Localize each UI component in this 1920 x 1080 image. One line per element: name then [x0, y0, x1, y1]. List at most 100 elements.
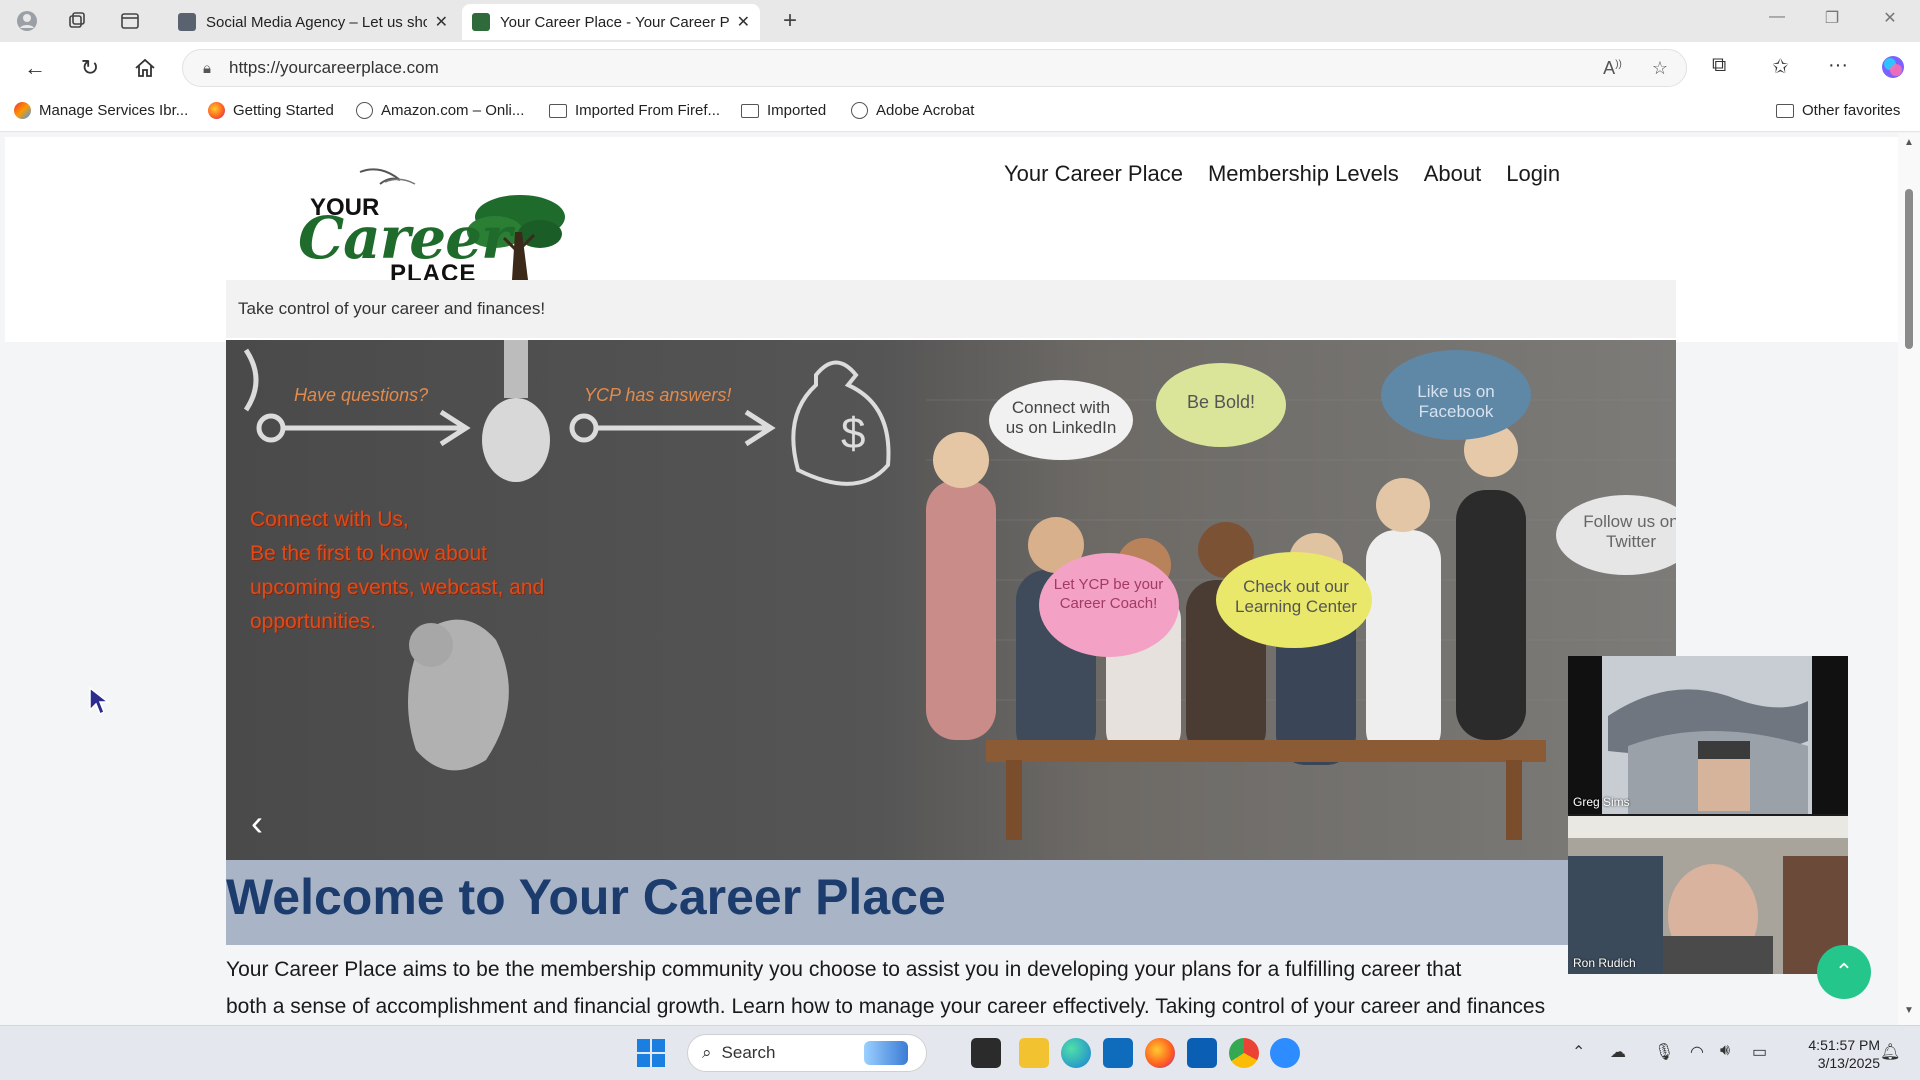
read-aloud-icon[interactable]: A)) [1603, 58, 1622, 79]
scroll-thumb[interactable] [1905, 189, 1913, 349]
address-bar[interactable]: 🔒︎ https://yourcareerplace.com A)) ☆ [182, 49, 1687, 87]
more-menu-icon[interactable]: ··· [1828, 54, 1848, 77]
tab-social-media-agency[interactable]: Social Media Agency – Let us sho ✕ [168, 4, 458, 40]
bookmark-label: Getting Started [233, 102, 334, 119]
edge-icon[interactable] [1061, 1038, 1091, 1068]
close-tab-icon[interactable]: ✕ [435, 12, 448, 32]
tab-actions-icon[interactable] [115, 8, 145, 34]
new-tab-icon[interactable]: + [775, 7, 805, 34]
windows-start-icon[interactable] [636, 1038, 666, 1068]
bubble-linkedin: Connect with us on LinkedIn [1005, 398, 1117, 437]
refresh-icon[interactable]: ↻ [75, 54, 105, 82]
close-tab-icon[interactable]: ✕ [737, 12, 750, 32]
svg-text:$: $ [841, 409, 865, 458]
participant-name: Greg Sims [1573, 795, 1630, 809]
page-scrollbar[interactable]: ▲ ▼ [1898, 133, 1920, 1025]
tab-favicon-icon [178, 13, 196, 31]
microphone-icon[interactable]: 🎙︎ [1654, 1042, 1674, 1062]
bookmark-adobe-acrobat[interactable]: Adobe Acrobat [851, 102, 974, 119]
favorite-star-icon[interactable]: ☆ [1652, 58, 1668, 79]
hero-arrow-left-text: Have questions? [294, 385, 429, 405]
welcome-banner: Welcome to Your Career Place [226, 860, 1676, 945]
bookmark-label: Amazon.com – Onli... [381, 102, 525, 119]
participant-tile[interactable]: Ron Rudich [1568, 816, 1848, 974]
intro-paragraph: Your Career Place aims to be the members… [226, 951, 1676, 1025]
site-nav: Your Career Place Membership Levels Abou… [1004, 161, 1560, 187]
search-placeholder: Search [721, 1043, 776, 1062]
hero-connect-line: Be the first to know about [250, 542, 487, 565]
window-close-icon[interactable]: ✕ [1870, 8, 1910, 28]
video-call-panel[interactable]: Greg Sims Ron Rudich [1568, 656, 1848, 974]
bookmark-manage-services[interactable]: Manage Services Ibr... [14, 102, 188, 119]
copilot-icon[interactable] [1880, 54, 1906, 86]
profile-icon[interactable] [12, 8, 42, 34]
tab-favicon-icon [472, 13, 490, 31]
taskbar-search[interactable]: ⌕ Search [687, 1034, 927, 1072]
brand-icon [14, 102, 31, 119]
hero-arrow-right-text: YCP has answers! [584, 385, 732, 405]
tab-your-career-place[interactable]: Your Career Place - Your Career P ✕ [462, 4, 760, 40]
url-text: https://yourcareerplace.com [228, 58, 439, 77]
tab-title: Social Media Agency – Let us sho [206, 13, 427, 31]
lock-icon[interactable]: 🔒︎ [203, 60, 211, 77]
tray-overflow-icon[interactable]: ⌃ [1572, 1042, 1585, 1062]
clock-time: 4:51:57 PM [1808, 1037, 1880, 1053]
search-icon: ⌕ [702, 1043, 712, 1062]
minimize-icon[interactable]: — [1757, 8, 1797, 26]
scroll-down-icon[interactable]: ▼ [1904, 1005, 1914, 1016]
notifications-icon[interactable]: 🔔︎ [1880, 1042, 1900, 1062]
zoom-icon[interactable] [1270, 1038, 1300, 1068]
nav-your-career-place[interactable]: Your Career Place [1004, 161, 1183, 187]
bookmark-label: Imported From Firef... [575, 102, 721, 119]
bubble-career-coach: Let YCP be your Career Coach! [1053, 576, 1164, 612]
tab-title: Your Career Place - Your Career P [500, 13, 729, 31]
back-icon[interactable]: ← [20, 54, 50, 82]
tagline: Take control of your career and finances… [238, 299, 546, 318]
file-explorer-icon[interactable] [1019, 1038, 1049, 1068]
taskbar-clock[interactable]: 4:51:57 PM 3/13/2025 [1808, 1036, 1880, 1072]
workspaces-icon[interactable] [62, 8, 92, 34]
bookmark-label: Imported [767, 102, 827, 119]
volume-icon[interactable]: 🔊︎ [1720, 1042, 1730, 1060]
favorites-icon[interactable]: ✩ [1772, 54, 1789, 79]
firefox-icon[interactable] [1145, 1038, 1175, 1068]
chrome-icon[interactable] [1229, 1038, 1259, 1068]
globe-icon [851, 102, 868, 119]
home-icon[interactable] [130, 54, 160, 82]
nav-login[interactable]: Login [1506, 161, 1560, 187]
bubble-be-bold: Be Bold! [1186, 392, 1256, 412]
task-view-icon[interactable] [971, 1038, 1001, 1068]
wifi-icon[interactable]: ◠ [1690, 1042, 1704, 1062]
folder-icon [741, 103, 759, 118]
globe-icon [356, 102, 373, 119]
bookmark-amazon[interactable]: Amazon.com – Onli... [356, 102, 524, 119]
bookmark-getting-started[interactable]: Getting Started [208, 102, 334, 119]
scroll-to-top-button[interactable]: ⌃ [1817, 945, 1871, 999]
outlook-new-icon[interactable] [1103, 1038, 1133, 1068]
slide-prev-icon[interactable]: ‹ [251, 805, 263, 841]
other-favorites[interactable]: Other favorites [1776, 102, 1900, 119]
taskbar: ⌕ Search ⌃ ☁ 🎙︎ ◠ 🔊︎ ▭ 4:51:57 PM 3/13/2… [0, 1025, 1920, 1080]
onedrive-icon[interactable]: ☁ [1610, 1042, 1626, 1062]
bookmarks-bar: Manage Services Ibr... Getting Started A… [0, 92, 1920, 132]
hero-connect-line: upcoming events, webcast, and [250, 576, 545, 599]
browser-tab-bar: Social Media Agency – Let us sho ✕ Your … [0, 0, 1920, 42]
folder-icon [1776, 103, 1794, 118]
hero-connect-line: Connect with Us, [250, 508, 409, 531]
nav-membership-levels[interactable]: Membership Levels [1208, 161, 1399, 187]
bookmark-imported[interactable]: Imported [741, 102, 826, 119]
battery-icon[interactable]: ▭ [1752, 1042, 1767, 1062]
folder-icon [549, 103, 567, 118]
intro-line: both a sense of accomplishment and finan… [226, 995, 1546, 1018]
mouse-cursor-icon [88, 686, 111, 721]
bookmark-imported-from-firefox[interactable]: Imported From Firef... [549, 102, 720, 119]
site-logo[interactable]: YOUR Career PLACE [290, 162, 565, 287]
bubble-twitter: Follow us on Twitter [1583, 512, 1676, 551]
nav-about[interactable]: About [1424, 161, 1482, 187]
outlook-icon[interactable] [1187, 1038, 1217, 1068]
participant-tile[interactable]: Greg Sims [1568, 656, 1848, 814]
extensions-icon[interactable]: ⧉ [1712, 54, 1726, 77]
scroll-up-icon[interactable]: ▲ [1904, 137, 1914, 148]
restore-icon[interactable]: ❐ [1812, 8, 1852, 28]
tagline-bar: Take control of your career and finances… [226, 280, 1676, 338]
